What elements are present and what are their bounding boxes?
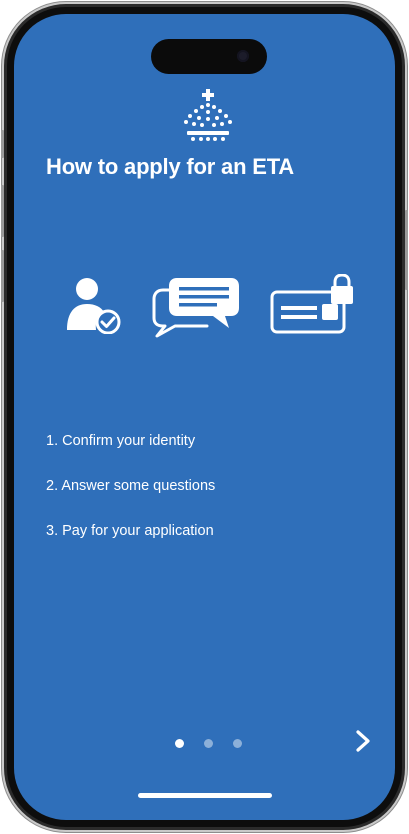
page-dot-3[interactable] [233, 739, 242, 748]
page-dot-1[interactable] [175, 739, 184, 748]
chat-bubbles-icon [151, 276, 241, 338]
locked-card-icon [269, 274, 355, 336]
step-item-questions: 2. Answer some questions [46, 478, 216, 494]
next-button[interactable] [348, 726, 378, 756]
volume-down-button [1, 250, 4, 302]
page-dot-2[interactable] [204, 739, 213, 748]
page-indicator [175, 739, 242, 748]
steps-list: 1. Confirm your identity 2. Answer some … [46, 430, 215, 565]
person-verified-icon [65, 276, 121, 334]
home-indicator[interactable] [138, 793, 272, 798]
front-camera [237, 50, 249, 62]
power-button [405, 210, 408, 290]
page-title: How to apply for an ETA [46, 154, 294, 179]
chevron-right-icon [356, 730, 370, 752]
step-item-payment: 3. Pay for your application [46, 523, 214, 539]
step-item-identity: 1. Confirm your identity [46, 433, 196, 449]
action-button [1, 130, 4, 158]
app-screen: How to apply for an ETA 1. Confirm your … [14, 14, 395, 820]
crown-crest-icon [181, 87, 235, 145]
dynamic-island [151, 39, 267, 74]
volume-up-button [1, 185, 4, 237]
